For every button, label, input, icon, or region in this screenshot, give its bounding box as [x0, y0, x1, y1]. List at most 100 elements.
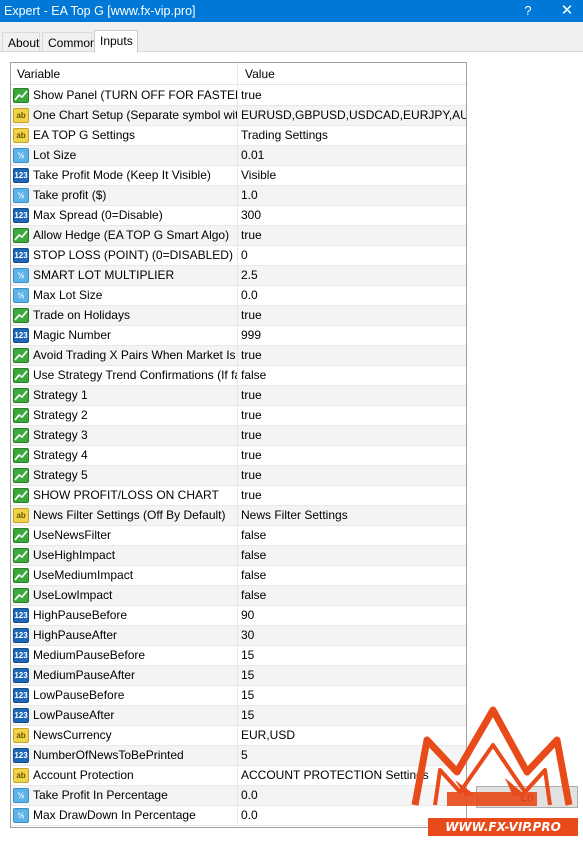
variable-cell: Allow Hedge (EA TOP G Smart Algo) — [11, 226, 238, 245]
variable-cell: ½ Lot Size — [11, 146, 238, 165]
variable-cell: 123 HighPauseBefore — [11, 606, 238, 625]
tab-inputs[interactable]: Inputs — [94, 30, 138, 53]
value-cell[interactable]: true — [239, 226, 466, 245]
value-cell[interactable]: 0.01 — [239, 146, 466, 165]
close-button[interactable]: ✕ — [555, 0, 579, 22]
column-header-value[interactable]: Value — [239, 63, 466, 85]
table-row[interactable]: ab Account Protection ACCOUNT PROTECTION S… — [11, 766, 466, 786]
tab-common[interactable]: Common — [42, 32, 97, 52]
value-cell[interactable]: Visible — [239, 166, 466, 185]
value-cell[interactable]: false — [239, 586, 466, 605]
bool-icon — [13, 448, 29, 463]
variable-cell: 123 LowPauseAfter — [11, 706, 238, 725]
value-cell[interactable]: true — [239, 406, 466, 425]
value-cell[interactable]: true — [239, 426, 466, 445]
value-cell[interactable]: EURUSD,GBPUSD,USDCAD,EURJPY,AU... — [239, 106, 466, 125]
variable-label: MediumPauseAfter — [33, 668, 136, 682]
table-row[interactable]: Avoid Trading X Pairs When Market Is N..… — [11, 346, 466, 366]
value-cell[interactable]: true — [239, 386, 466, 405]
column-header-variable[interactable]: Variable — [11, 63, 238, 85]
tab-about[interactable]: About — [2, 32, 40, 52]
table-row[interactable]: ½ Max Lot Size 0.0 — [11, 286, 466, 306]
table-row[interactable]: Strategy 5 true — [11, 466, 466, 486]
table-row[interactable]: UseLowImpact false — [11, 586, 466, 606]
value-cell[interactable]: false — [239, 546, 466, 565]
123-icon: 123 — [13, 628, 29, 643]
variable-label: Take Profit In Percentage — [33, 788, 168, 802]
table-row[interactable]: UseMediumImpact false — [11, 566, 466, 586]
value-cell[interactable]: 30 — [239, 626, 466, 645]
half-icon: ½ — [13, 268, 29, 283]
value-cell[interactable]: 1.0 — [239, 186, 466, 205]
value-cell[interactable]: false — [239, 366, 466, 385]
value-cell[interactable]: 90 — [239, 606, 466, 625]
table-row[interactable]: ab News Filter Settings (Off By Default) N… — [11, 506, 466, 526]
table-row[interactable]: 123 STOP LOSS (POINT) (0=DISABLED) 0 — [11, 246, 466, 266]
table-row[interactable]: ab EA TOP G Settings Trading Settings — [11, 126, 466, 146]
table-row[interactable]: Strategy 3 true — [11, 426, 466, 446]
table-row[interactable]: Trade on Holidays true — [11, 306, 466, 326]
table-row[interactable]: Use Strategy Trend Confirmations (If fal… — [11, 366, 466, 386]
table-row[interactable]: 123 MediumPauseBefore 15 — [11, 646, 466, 666]
table-row[interactable]: ½ Take profit ($) 1.0 — [11, 186, 466, 206]
table-row[interactable]: 123 Max Spread (0=Disable) 300 — [11, 206, 466, 226]
table-row[interactable]: ½ SMART LOT MULTIPLIER 2.5 — [11, 266, 466, 286]
table-row[interactable]: ½ Lot Size 0.01 — [11, 146, 466, 166]
value-cell[interactable]: 0 — [239, 246, 466, 265]
value-cell[interactable]: true — [239, 446, 466, 465]
value-cell[interactable]: false — [239, 566, 466, 585]
variable-cell: ½ Take Profit In Percentage — [11, 786, 238, 805]
table-row[interactable]: Show Panel (TURN OFF FOR FASTER ... true — [11, 86, 466, 106]
value-cell[interactable]: true — [239, 86, 466, 105]
variable-cell: Trade on Holidays — [11, 306, 238, 325]
variable-cell: ½ Take profit ($) — [11, 186, 238, 205]
table-row[interactable]: Strategy 4 true — [11, 446, 466, 466]
value-cell[interactable]: true — [239, 346, 466, 365]
table-row[interactable]: UseHighImpact false — [11, 546, 466, 566]
table-row[interactable]: 123 LowPauseBefore 15 — [11, 686, 466, 706]
table-row[interactable]: 123 MediumPauseAfter 15 — [11, 666, 466, 686]
value-cell[interactable]: false — [239, 526, 466, 545]
value-cell[interactable]: 15 — [239, 666, 466, 685]
table-row[interactable]: 123 HighPauseBefore 90 — [11, 606, 466, 626]
variable-label: Lot Size — [33, 148, 77, 162]
value-cell[interactable]: 999 — [239, 326, 466, 345]
table-row[interactable]: Allow Hedge (EA TOP G Smart Algo) true — [11, 226, 466, 246]
table-row[interactable]: 123 LowPauseAfter 15 — [11, 706, 466, 726]
table-row[interactable]: Strategy 1 true — [11, 386, 466, 406]
value-cell[interactable]: 300 — [239, 206, 466, 225]
variable-label: MediumPauseBefore — [33, 648, 146, 662]
variable-label: Show Panel (TURN OFF FOR FASTER ... — [33, 88, 238, 102]
value-cell[interactable]: true — [239, 486, 466, 505]
table-row[interactable]: ½ Max DrawDown In Percentage 0.0 — [11, 806, 466, 826]
value-cell[interactable]: News Filter Settings — [239, 506, 466, 525]
variable-label: News Filter Settings (Off By Default) — [33, 508, 226, 522]
table-row[interactable]: 123 Take Profit Mode (Keep It Visible) Vis… — [11, 166, 466, 186]
value-cell[interactable]: true — [239, 466, 466, 485]
window-title: Expert - EA Top G [www.fx-vip.pro] — [4, 4, 196, 18]
table-row[interactable]: ab NewsCurrency EUR,USD — [11, 726, 466, 746]
table-row[interactable]: UseNewsFilter false — [11, 526, 466, 546]
table-row[interactable]: 123 Magic Number 999 — [11, 326, 466, 346]
ab-icon: ab — [13, 728, 29, 743]
variable-cell: 123 NumberOfNewsToBePrinted — [11, 746, 238, 765]
table-row[interactable]: ½ Take Profit In Percentage 0.0 — [11, 786, 466, 806]
value-cell[interactable]: 0.0 — [239, 286, 466, 305]
table-row[interactable]: SHOW PROFIT/LOSS ON CHART true — [11, 486, 466, 506]
value-cell[interactable]: true — [239, 306, 466, 325]
table-row[interactable]: ab One Chart Setup (Separate symbol with … — [11, 106, 466, 126]
value-cell[interactable]: 2.5 — [239, 266, 466, 285]
value-cell[interactable]: 15 — [239, 646, 466, 665]
variable-cell: UseMediumImpact — [11, 566, 238, 585]
table-row[interactable]: 123 NumberOfNewsToBePrinted 5 — [11, 746, 466, 766]
variable-label: UseMediumImpact — [33, 568, 134, 582]
value-cell[interactable]: Trading Settings — [239, 126, 466, 145]
variable-label: UseHighImpact — [33, 548, 116, 562]
variable-cell: ab Account Protection — [11, 766, 238, 785]
variable-label: UseNewsFilter — [33, 528, 112, 542]
variable-label: Take Profit Mode (Keep It Visible) — [33, 168, 211, 182]
123-icon: 123 — [13, 208, 29, 223]
table-row[interactable]: 123 HighPauseAfter 30 — [11, 626, 466, 646]
help-button[interactable]: ? — [518, 0, 538, 22]
table-row[interactable]: Strategy 2 true — [11, 406, 466, 426]
